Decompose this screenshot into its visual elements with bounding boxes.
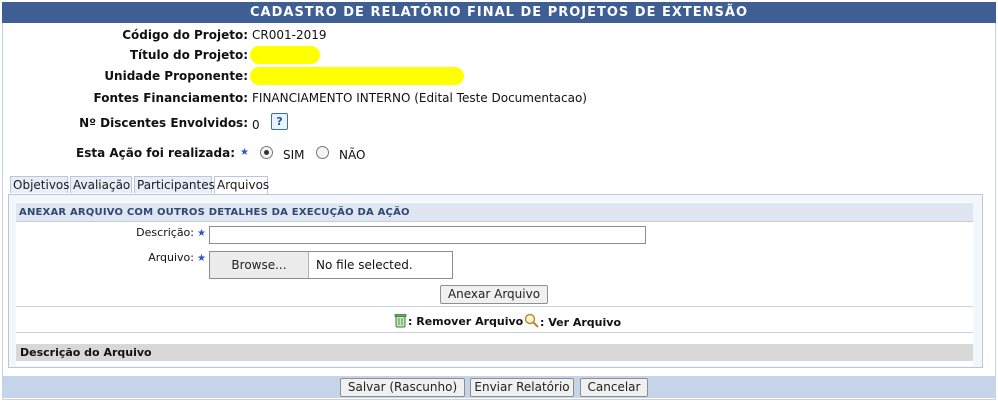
legend-view: : Ver Arquivo [524, 313, 621, 331]
salvar-rascunho-button[interactable]: Salvar (Rascunho) [340, 378, 465, 397]
legend-view-label: : Ver Arquivo [540, 316, 621, 329]
arquivo-required-icon: ★ [197, 253, 206, 264]
divider-top [16, 306, 973, 307]
codigo-label: Código do Projeto: [122, 28, 248, 42]
redacted-titulo [250, 46, 320, 64]
attach-section-title: ANEXAR ARQUIVO COM OUTROS DETALHES DA EX… [16, 203, 973, 222]
help-icon[interactable]: ? [271, 113, 288, 130]
enviar-relatorio-button[interactable]: Enviar Relatório [470, 378, 574, 397]
titulo-label: Título do Projeto: [129, 48, 248, 62]
redacted-unidade [250, 67, 464, 85]
trash-icon [394, 314, 407, 328]
radio-sim-label[interactable]: SIM [283, 148, 305, 162]
cancelar-button[interactable]: Cancelar [580, 378, 648, 397]
file-status: No file selected. [316, 258, 413, 272]
file-list-header: Descrição do Arquivo [16, 344, 973, 361]
legend-remove: : Remover Arquivo [393, 313, 523, 331]
descricao-label: Descrição: [136, 226, 194, 239]
page-title: CADASTRO DE RELATÓRIO FINAL DE PROJETOS … [2, 2, 996, 23]
legend-remove-label: : Remover Arquivo [408, 315, 524, 328]
tab-objetivos[interactable]: Objetivos [10, 176, 70, 193]
tab-arquivos[interactable]: Arquivos [214, 176, 269, 194]
arquivo-label: Arquivo: [148, 251, 194, 264]
discentes-value: 0 [252, 118, 260, 132]
descricao-input[interactable] [209, 226, 646, 244]
radio-sim[interactable] [260, 146, 273, 159]
discentes-label: Nº Discentes Envolvidos: [79, 116, 248, 130]
tab-avaliacao[interactable]: Avaliação [70, 176, 132, 193]
radio-nao-label[interactable]: NÃO [339, 148, 365, 162]
magnifier-icon [524, 313, 539, 328]
codigo-value: CR001-2019 [252, 28, 327, 42]
radio-nao[interactable] [316, 146, 329, 159]
browse-button[interactable]: Browse... [210, 252, 309, 278]
required-star-icon: ★ [240, 147, 249, 158]
fontes-label: Fontes Financiamento: [93, 91, 248, 105]
anexar-arquivo-button[interactable]: Anexar Arquivo [440, 285, 548, 304]
acao-label: Esta Ação foi realizada: [76, 146, 235, 160]
unidade-label: Unidade Proponente: [104, 69, 248, 83]
tab-participantes[interactable]: Participantes [134, 176, 215, 193]
divider-bottom [16, 332, 973, 333]
fontes-value: FINANCIAMENTO INTERNO (Edital Teste Docu… [252, 91, 587, 105]
descricao-required-icon: ★ [197, 228, 206, 239]
